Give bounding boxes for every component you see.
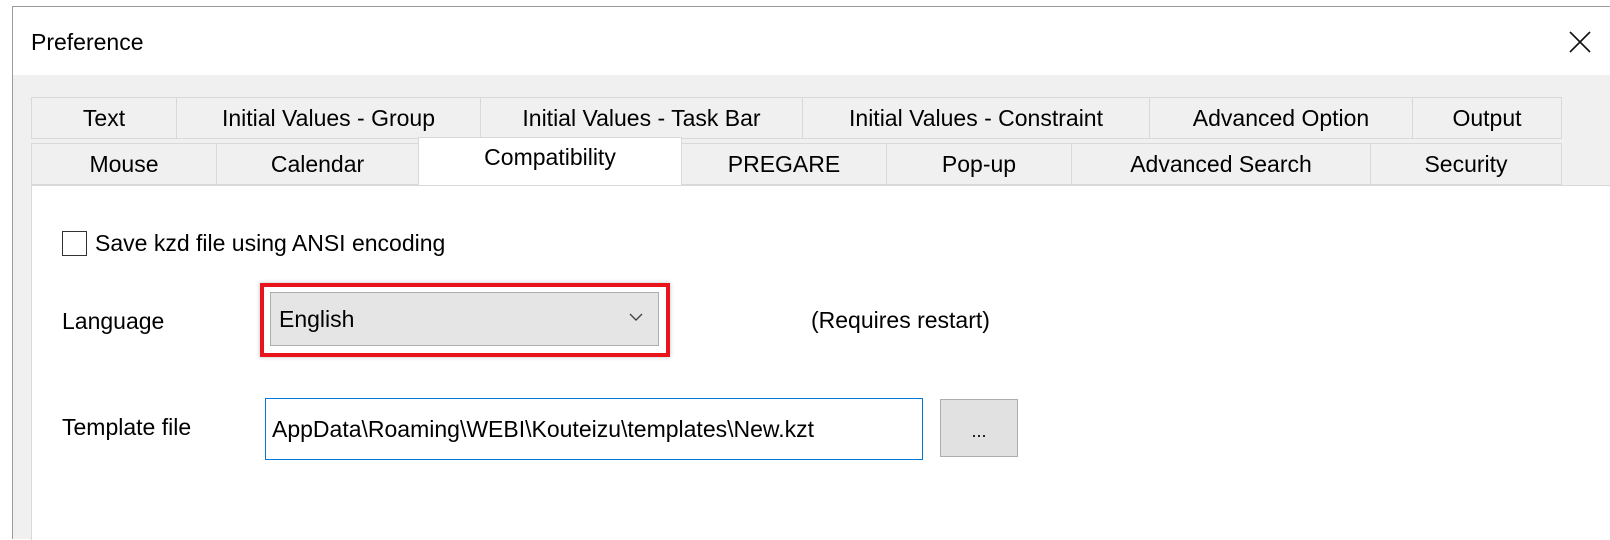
ansi-encoding-option[interactable]: Save kzd file using ANSI encoding (62, 230, 445, 257)
tab-label: Advanced Option (1192, 104, 1370, 131)
tab-label: Security (1424, 150, 1508, 177)
tab-initial-values-group[interactable]: Initial Values - Group (176, 97, 481, 139)
template-file-label: Template file (62, 414, 192, 440)
tab-compatibility[interactable]: Compatibility (418, 137, 682, 185)
ansi-encoding-label: Save kzd file using ANSI encoding (95, 230, 446, 256)
restart-note: (Requires restart) (811, 307, 990, 333)
tab-label: Initial Values - Constraint (849, 104, 1103, 131)
preference-dialog: Preference Text Initial Values - Group I… (12, 6, 1610, 540)
tab-label: Pop-up (941, 150, 1017, 177)
browse-button[interactable]: ... (940, 399, 1018, 457)
tab-label: Mouse (89, 150, 159, 177)
compatibility-panel: Save kzd file using ANSI encoding Langua… (31, 185, 1610, 540)
browse-button-label: ... (971, 420, 987, 441)
tab-pregare[interactable]: PREGARE (681, 143, 887, 185)
dialog-title: Preference (31, 29, 144, 55)
ansi-encoding-checkbox[interactable] (62, 231, 87, 256)
close-button[interactable] (1550, 19, 1610, 65)
tab-label: Initial Values - Task Bar (522, 104, 761, 131)
tab-security[interactable]: Security (1370, 143, 1562, 185)
tab-output[interactable]: Output (1412, 97, 1562, 139)
tab-mouse[interactable]: Mouse (31, 143, 217, 185)
tab-calendar[interactable]: Calendar (216, 143, 419, 185)
tab-text[interactable]: Text (31, 97, 177, 139)
language-label: Language (62, 308, 165, 334)
tab-label: Advanced Search (1130, 150, 1312, 177)
template-file-input[interactable] (265, 398, 923, 460)
close-icon (1569, 31, 1591, 53)
language-selected-value: English (279, 305, 355, 332)
tab-label: Text (82, 104, 126, 131)
tab-label: Initial Values - Group (221, 104, 436, 131)
tab-initial-values-task-bar[interactable]: Initial Values - Task Bar (480, 97, 803, 139)
tab-pop-up[interactable]: Pop-up (886, 143, 1072, 185)
tab-label: Compatibility (484, 144, 616, 170)
tab-advanced-option[interactable]: Advanced Option (1149, 97, 1413, 139)
tab-initial-values-constraint[interactable]: Initial Values - Constraint (802, 97, 1150, 139)
chevron-down-icon (629, 313, 643, 321)
language-select[interactable]: English (270, 292, 659, 346)
tab-advanced-search[interactable]: Advanced Search (1071, 143, 1371, 185)
tab-label: PREGARE (727, 150, 841, 177)
tab-label: Calendar (270, 150, 365, 177)
tab-label: Output (1452, 104, 1522, 131)
title-bar: Preference (13, 7, 1610, 75)
